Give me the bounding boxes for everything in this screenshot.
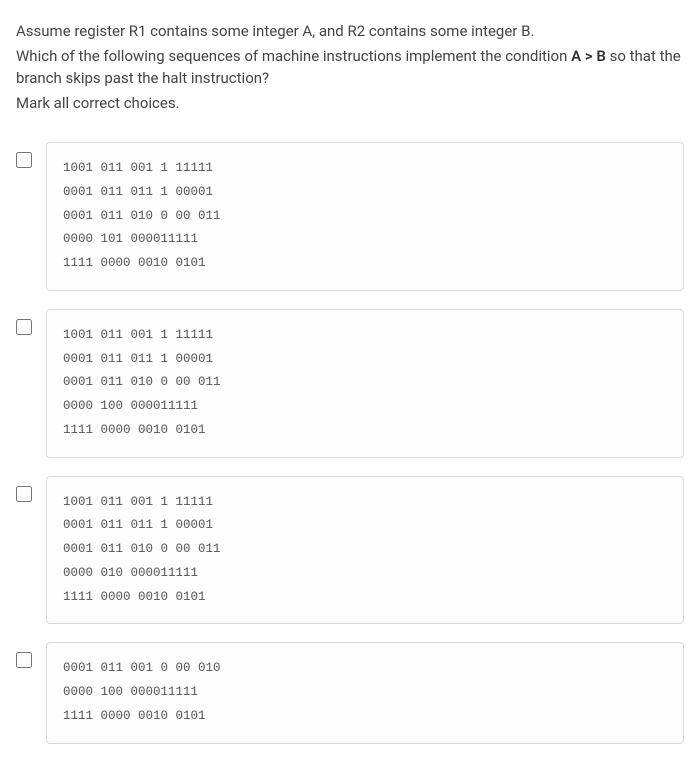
choice-checkbox-2[interactable]: [16, 319, 32, 335]
choice-row: 1001 011 001 1 11111 0001 011 011 1 0000…: [16, 142, 684, 291]
code-block-2: 1001 011 001 1 11111 0001 011 011 1 0000…: [46, 309, 684, 458]
checkbox-wrap: [16, 476, 32, 509]
checkbox-wrap: [16, 142, 32, 175]
question-line-2: Which of the following sequences of mach…: [16, 45, 684, 90]
question-line-3: Mark all correct choices.: [16, 92, 684, 115]
choice-checkbox-4[interactable]: [16, 652, 32, 668]
condition-bold: A > B: [571, 47, 606, 65]
checkbox-wrap: [16, 642, 32, 675]
choice-row: 1001 011 001 1 11111 0001 011 011 1 0000…: [16, 309, 684, 458]
question-prompt: Assume register R1 contains some integer…: [16, 20, 684, 114]
question-line-1: Assume register R1 contains some integer…: [16, 20, 684, 43]
checkbox-wrap: [16, 309, 32, 342]
code-block-1: 1001 011 001 1 11111 0001 011 011 1 0000…: [46, 142, 684, 291]
code-block-3: 1001 011 001 1 11111 0001 011 011 1 0000…: [46, 476, 684, 625]
choice-checkbox-3[interactable]: [16, 486, 32, 502]
choices-list: 1001 011 001 1 11111 0001 011 011 1 0000…: [16, 142, 684, 744]
choice-checkbox-1[interactable]: [16, 152, 32, 168]
choice-row: 1001 011 001 1 11111 0001 011 011 1 0000…: [16, 476, 684, 625]
choice-row: 0001 011 001 0 00 010 0000 100 000011111…: [16, 642, 684, 743]
code-block-4: 0001 011 001 0 00 010 0000 100 000011111…: [46, 642, 684, 743]
